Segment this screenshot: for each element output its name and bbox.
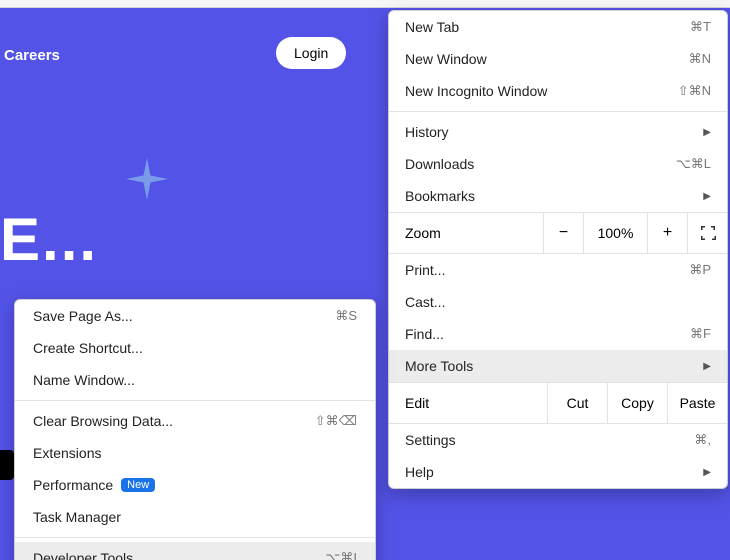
menu-more-tools[interactable]: More Tools ▶ <box>389 350 727 382</box>
more-tools-submenu: Save Page As... ⌘S Create Shortcut... Na… <box>14 299 376 560</box>
menu-downloads[interactable]: Downloads ⌥⌘L <box>389 148 727 180</box>
menu-shortcut: ⌘F <box>690 326 711 342</box>
menu-label: Extensions <box>33 445 101 461</box>
new-badge: New <box>121 478 155 492</box>
menu-label: Help <box>405 464 434 480</box>
menu-label: New Window <box>405 51 487 67</box>
browser-main-menu: New Tab ⌘T New Window ⌘N New Incognito W… <box>388 10 728 489</box>
sparkle-icon <box>126 158 168 205</box>
browser-chrome-strip <box>0 0 730 8</box>
menu-find[interactable]: Find... ⌘F <box>389 318 727 350</box>
menu-new-window[interactable]: New Window ⌘N <box>389 43 727 75</box>
menu-label: Bookmarks <box>405 188 475 204</box>
menu-label: Developer Tools <box>33 550 133 560</box>
menu-label: Create Shortcut... <box>33 340 143 356</box>
zoom-out-button[interactable]: − <box>543 213 583 253</box>
fullscreen-button[interactable] <box>687 213 727 253</box>
zoom-percent: 100% <box>583 213 647 253</box>
menu-label: Find... <box>405 326 444 342</box>
submenu-arrow-icon: ▶ <box>703 191 711 202</box>
login-button[interactable]: Login <box>276 37 346 69</box>
submenu-arrow-icon: ▶ <box>703 467 711 478</box>
edit-copy-button[interactable]: Copy <box>607 383 667 423</box>
submenu-arrow-icon: ▶ <box>703 361 711 372</box>
menu-shortcut: ⌘, <box>694 432 711 448</box>
careers-link[interactable]: Careers <box>4 47 60 64</box>
menu-settings[interactable]: Settings ⌘, <box>389 424 727 456</box>
submenu-clear-data[interactable]: Clear Browsing Data... ⇧⌘⌫ <box>15 405 375 437</box>
menu-label: Print... <box>405 262 445 278</box>
menu-label: Cast... <box>405 294 445 310</box>
menu-label: More Tools <box>405 358 473 374</box>
menu-separator <box>15 400 375 401</box>
menu-label: New Tab <box>405 19 459 35</box>
edit-label: Edit <box>389 385 547 421</box>
submenu-task-manager[interactable]: Task Manager <box>15 501 375 533</box>
fullscreen-icon <box>700 225 716 241</box>
menu-help[interactable]: Help ▶ <box>389 456 727 488</box>
menu-edit-row: Edit Cut Copy Paste <box>389 382 727 424</box>
menu-zoom-row: Zoom − 100% + <box>389 212 727 254</box>
menu-shortcut: ⌥⌘L <box>676 156 711 172</box>
menu-shortcut: ⌘S <box>335 308 357 324</box>
menu-label: History <box>405 124 449 140</box>
submenu-arrow-icon: ▶ <box>703 127 711 138</box>
menu-bookmarks[interactable]: Bookmarks ▶ <box>389 180 727 212</box>
submenu-developer-tools[interactable]: Developer Tools ⌥⌘I <box>15 542 375 560</box>
edit-paste-button[interactable]: Paste <box>667 383 727 423</box>
menu-shortcut: ⌘N <box>689 51 711 67</box>
menu-label: Task Manager <box>33 509 121 525</box>
menu-label: Settings <box>405 432 456 448</box>
partial-ui-element <box>0 450 14 480</box>
menu-shortcut: ⌥⌘I <box>325 550 357 560</box>
menu-cast[interactable]: Cast... <box>389 286 727 318</box>
menu-print[interactable]: Print... ⌘P <box>389 254 727 286</box>
menu-separator <box>389 111 727 112</box>
hero-text-fragment: E... <box>0 205 98 274</box>
submenu-create-shortcut[interactable]: Create Shortcut... <box>15 332 375 364</box>
menu-shortcut: ⇧⌘N <box>678 83 711 99</box>
menu-shortcut: ⌘T <box>690 19 711 35</box>
menu-history[interactable]: History ▶ <box>389 116 727 148</box>
menu-label: New Incognito Window <box>405 83 547 99</box>
submenu-extensions[interactable]: Extensions <box>15 437 375 469</box>
submenu-save-page[interactable]: Save Page As... ⌘S <box>15 300 375 332</box>
menu-label: Clear Browsing Data... <box>33 413 173 429</box>
menu-new-tab[interactable]: New Tab ⌘T <box>389 11 727 43</box>
menu-separator <box>15 537 375 538</box>
zoom-in-button[interactable]: + <box>647 213 687 253</box>
submenu-name-window[interactable]: Name Window... <box>15 364 375 396</box>
menu-label: Downloads <box>405 156 474 172</box>
menu-label: Save Page As... <box>33 308 133 324</box>
menu-shortcut: ⌘P <box>689 262 711 278</box>
menu-shortcut: ⇧⌘⌫ <box>315 413 357 429</box>
submenu-performance[interactable]: Performance New <box>15 469 375 501</box>
menu-label: Performance <box>33 477 113 493</box>
menu-new-incognito[interactable]: New Incognito Window ⇧⌘N <box>389 75 727 107</box>
menu-label: Name Window... <box>33 372 135 388</box>
zoom-label: Zoom <box>389 215 543 251</box>
edit-cut-button[interactable]: Cut <box>547 383 607 423</box>
